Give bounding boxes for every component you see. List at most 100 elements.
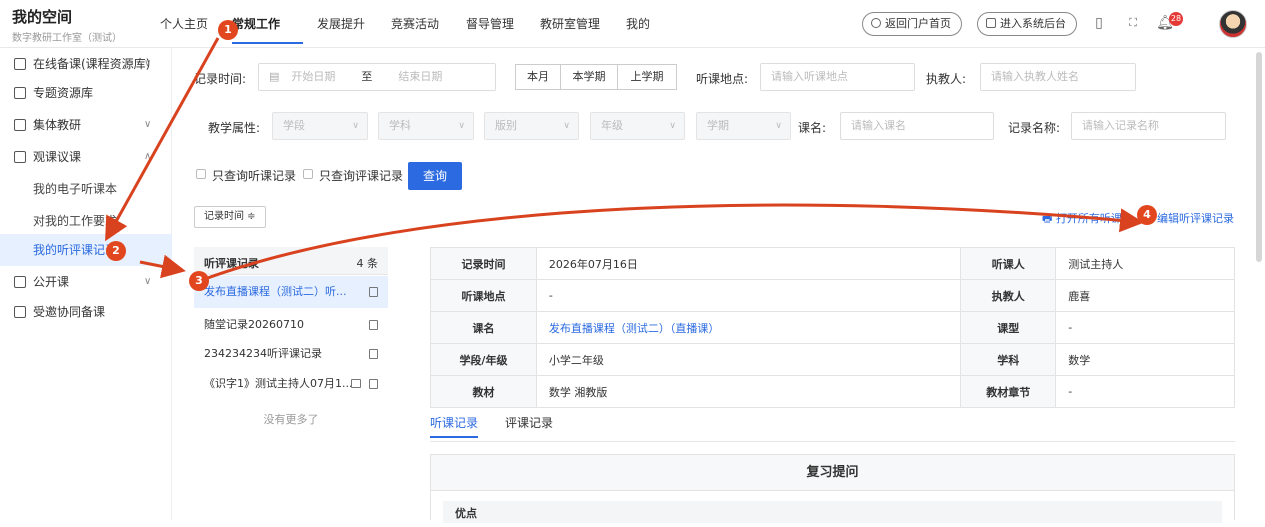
chevron-down-icon: ∨ <box>144 58 152 69</box>
calendar-icon: ▤ <box>269 70 280 83</box>
chevron-down-icon: ∨ <box>563 121 570 131</box>
query-button[interactable]: 查询 <box>408 162 462 190</box>
detail-key: 课型 <box>960 311 1057 344</box>
sidebar-item-e-notebook[interactable]: 我的电子听课本 <box>0 173 172 205</box>
record-list-title: 听评课记录 <box>204 257 259 270</box>
table-row: 学段/年级 小学二年级 学科 数学 <box>430 343 1235 376</box>
sidebar-item-invited-coprep[interactable]: 受邀协同备课 <box>0 296 172 328</box>
comment-icon <box>351 379 361 388</box>
enter-admin-button[interactable]: 进入系统后台 <box>977 12 1077 36</box>
detail-value: - <box>1055 311 1235 344</box>
teacher-input[interactable]: 请输入执教人姓名 <box>980 63 1136 91</box>
subject-select[interactable]: 学科 ∨ <box>378 112 474 140</box>
page-scrollbar[interactable] <box>1256 52 1262 262</box>
sidebar-item-my-review-records[interactable]: 我的听评课记录 <box>0 234 172 266</box>
list-item-title: 《识字1》测试主持人07月1... <box>204 377 353 390</box>
chevron-down-icon: ∨ <box>144 119 152 130</box>
tab-listen-record[interactable]: 听课记录 <box>430 414 479 438</box>
course-name-link[interactable]: 发布直播课程（测试二）（直播课） <box>535 311 962 344</box>
enter-admin-label: 进入系统后台 <box>1000 17 1066 30</box>
sidebar-item-label: 在线备课(课程资源库) <box>33 57 151 71</box>
teacher-label: 执教人: <box>926 72 967 86</box>
sidebar-item-topic-library[interactable]: 专题资源库 <box>0 77 172 109</box>
nav-routine-work[interactable]: 常规工作 <box>232 0 303 48</box>
stage-select[interactable]: 学段 ∨ <box>272 112 368 140</box>
record-name-input[interactable]: 请输入记录名称 <box>1071 112 1226 140</box>
term-select[interactable]: 学期 ∨ <box>696 112 791 140</box>
grade-select[interactable]: 年级 ∨ <box>590 112 685 140</box>
list-item-title: 234234234听评课记录 <box>204 347 322 360</box>
edition-select[interactable]: 版别 ∨ <box>484 112 579 140</box>
list-item[interactable]: 随堂记录20260710 <box>194 309 388 341</box>
nav-research-office[interactable]: 教研室管理 <box>540 0 626 48</box>
sidebar-item-online-lesson-prep[interactable]: 在线备课(课程资源库) ∨ <box>0 48 172 80</box>
this-term-button[interactable]: 本学期 <box>560 64 618 90</box>
record-name-label: 记录名称: <box>1008 121 1061 135</box>
course-name-label: 课名: <box>798 121 827 135</box>
nav-supervision[interactable]: 督导管理 <box>466 0 540 48</box>
sidebar-item-lesson-observation[interactable]: 观课议课 ∧ <box>0 141 172 173</box>
only-listen-checkbox[interactable] <box>196 169 206 179</box>
record-list-header: 听评课记录 4 条 <box>194 247 388 275</box>
nav-mine[interactable]: 我的 <box>626 0 666 48</box>
list-item-title: 随堂记录20260710 <box>204 318 304 331</box>
this-month-button[interactable]: 本月 <box>515 64 561 90</box>
teaching-attr-label: 教学属性: <box>208 121 261 135</box>
detail-key: 记录时间 <box>430 247 537 280</box>
record-list: 听评课记录 4 条 发布直播课程（测试二）听... 随堂记录20260710 2… <box>194 247 388 519</box>
chevron-down-icon: ∨ <box>669 121 676 131</box>
print-all-link[interactable]: 🖶︎ 打开所有听课 <box>1042 210 1122 229</box>
edition-select-value: 版别 <box>495 119 517 132</box>
nav-competition[interactable]: 竞赛活动 <box>391 0 466 48</box>
print-all-label: 打开所有听课 <box>1055 212 1122 225</box>
table-row: 听课地点 - 执教人 鹿喜 <box>430 279 1235 312</box>
table-row: 记录时间 2026年07月16日 听课人 测试主持人 <box>430 247 1235 280</box>
list-item[interactable]: 234234234听评课记录 <box>194 338 388 370</box>
document-icon <box>369 379 378 389</box>
back-portal-label: 返回门户首页 <box>885 17 951 30</box>
sidebar-item-label: 我的电子听课本 <box>33 182 118 196</box>
detail-key: 执教人 <box>960 279 1057 312</box>
only-review-label: 只查询评课记录 <box>319 169 404 183</box>
avatar[interactable] <box>1219 10 1247 38</box>
end-date-placeholder: 结束日期 <box>398 70 443 83</box>
record-count: 4 条 <box>356 257 379 270</box>
detail-value: 测试主持人 <box>1055 247 1235 280</box>
document-icon <box>369 320 378 330</box>
edit-record-link[interactable]: 编辑听评课记录 <box>1157 210 1234 226</box>
fullscreen-icon[interactable]: ⛶ <box>1124 14 1142 32</box>
class-icon <box>14 151 26 163</box>
list-item[interactable]: 发布直播课程（测试二）听... <box>194 276 388 308</box>
course-name-input[interactable]: 请输入课名 <box>840 112 994 140</box>
tab-review-record[interactable]: 评课记录 <box>505 414 553 431</box>
document-icon <box>369 287 378 297</box>
back-portal-button[interactable]: 返回门户首页 <box>862 12 962 36</box>
sidebar-item-open-class[interactable]: 公开课 ∨ <box>0 266 172 298</box>
admin-icon <box>986 18 996 28</box>
detail-value: - <box>535 279 962 312</box>
list-item[interactable]: 《识字1》测试主持人07月1... <box>194 368 388 400</box>
detail-value: - <box>1055 375 1235 408</box>
sort-by-time-button[interactable]: 记录时间 ≑ <box>194 206 266 228</box>
nav-development[interactable]: 发展提升 <box>317 0 391 48</box>
chevron-down-icon: ∨ <box>458 121 465 131</box>
sidebar-item-label: 集体教研 <box>33 118 82 132</box>
detail-key: 听课地点 <box>430 279 537 312</box>
grade-select-value: 年级 <box>601 119 623 132</box>
sidebar-item-work-requirements[interactable]: 对我的工作要求 <box>0 205 172 237</box>
detail-value: 鹿喜 <box>1055 279 1235 312</box>
chevron-up-icon: ∧ <box>144 151 152 162</box>
step-marker-3: 3 <box>189 271 209 291</box>
tablet-icon[interactable]: ▯ <box>1090 14 1108 32</box>
only-review-checkbox[interactable] <box>303 169 313 179</box>
start-date-placeholder: 开始日期 <box>291 70 336 83</box>
record-time-label: 记录时间: <box>194 72 247 86</box>
only-listen-label: 只查询听课记录 <box>212 169 297 183</box>
date-range-input[interactable]: ▤ 开始日期 至 结束日期 <box>258 63 496 91</box>
folder-icon <box>14 87 26 99</box>
term-select-value: 学期 <box>707 119 729 132</box>
location-input[interactable]: 请输入听课地点 <box>760 63 915 91</box>
stage-select-value: 学段 <box>283 119 305 132</box>
last-term-button[interactable]: 上学期 <box>617 64 677 90</box>
sidebar-item-group-research[interactable]: 集体教研 ∨ <box>0 109 172 141</box>
